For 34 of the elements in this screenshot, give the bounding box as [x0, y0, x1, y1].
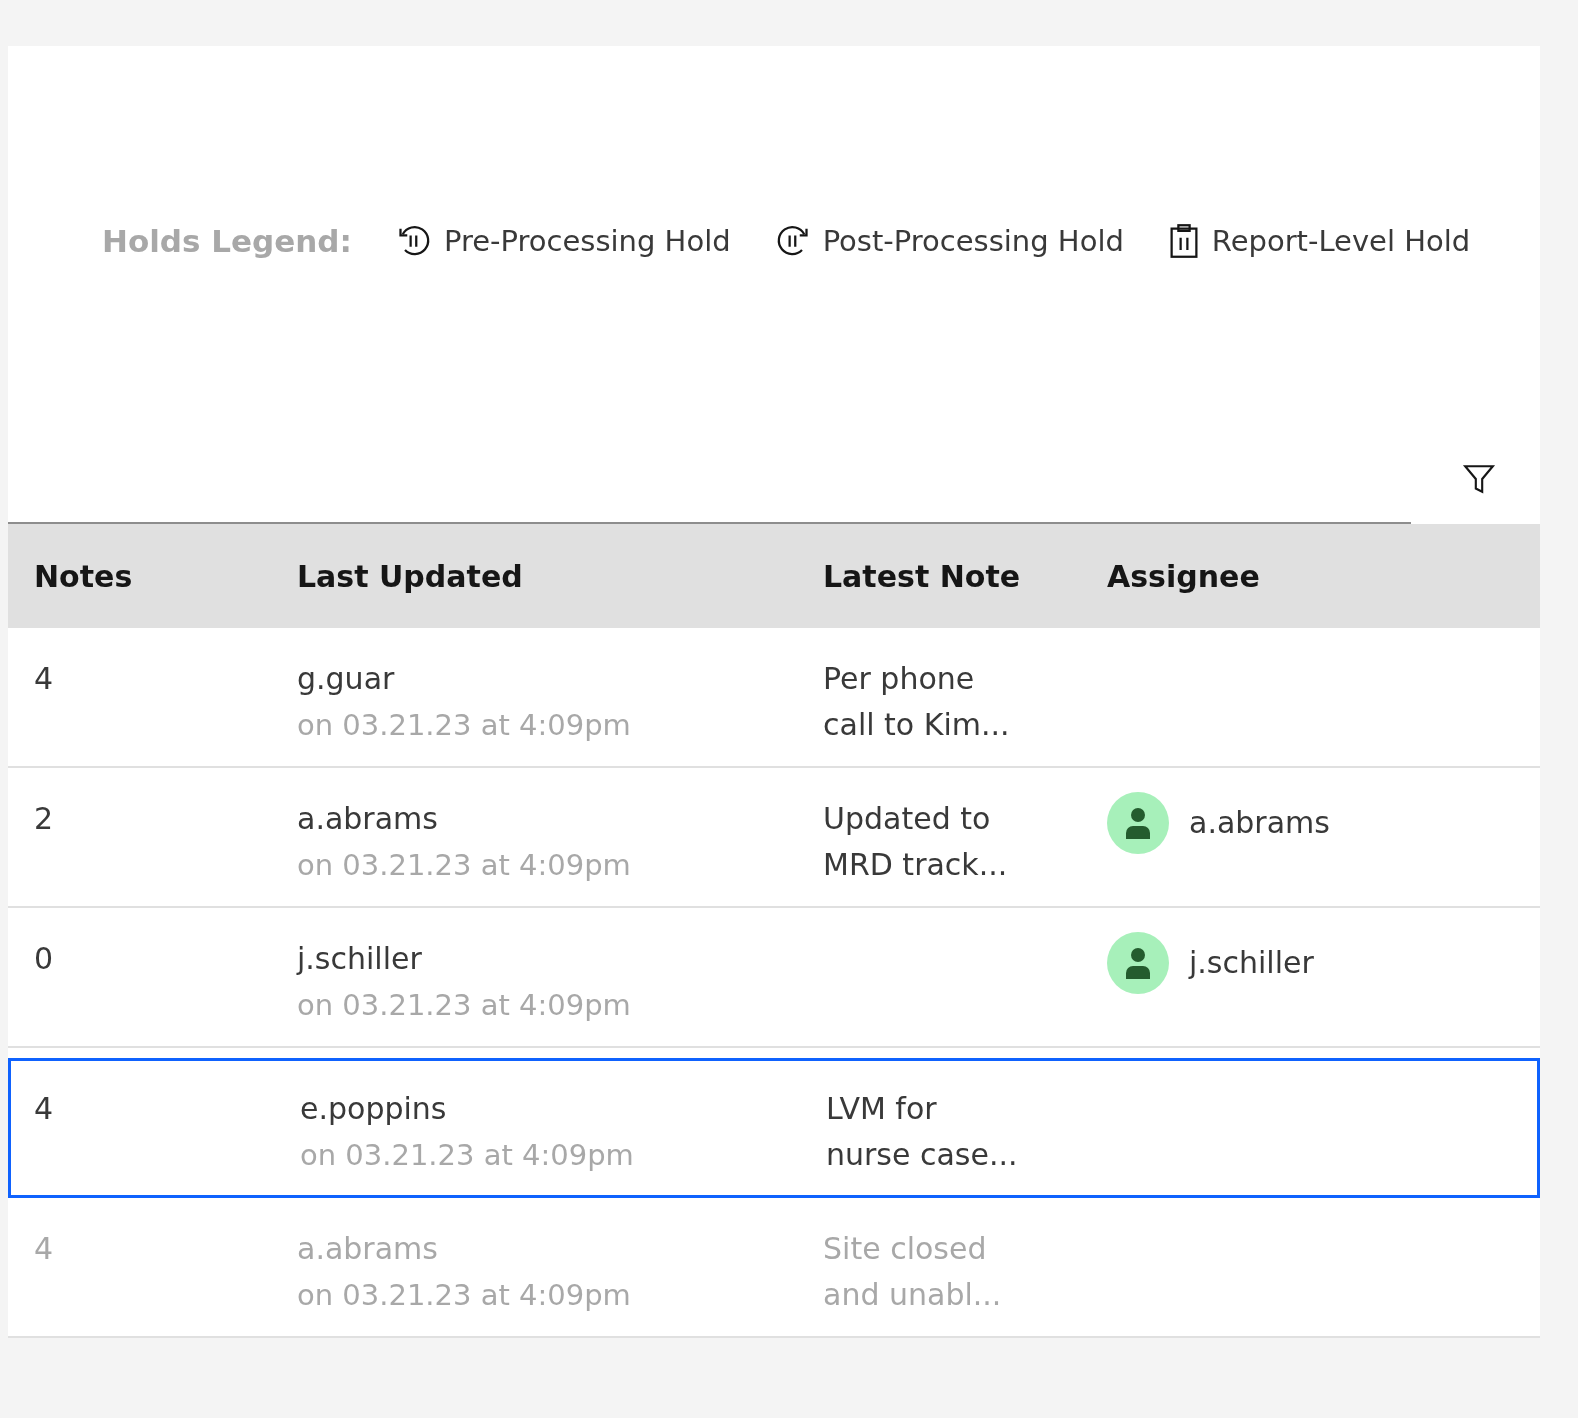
column-header[interactable]: Latest Note	[797, 558, 1081, 594]
table-row[interactable]: 4 g.guar on 03.21.23 at 4:09pm Per phone call to Kim...	[8, 628, 1540, 768]
notes-count: 4	[34, 1090, 55, 1128]
legend-label: Pre-Processing Hold	[443, 224, 731, 258]
latest-note: Updated to MRD track...	[823, 800, 1009, 884]
updated-by: e.poppins	[300, 1090, 448, 1128]
column-header[interactable]: Last Updated	[271, 558, 797, 594]
assignee-name: j.schiller	[1189, 944, 1314, 982]
latest-note: Per phone call to Kim...	[823, 660, 1011, 744]
updated-by: j.schiller	[297, 940, 423, 978]
notes-count: 2	[34, 800, 55, 838]
column-header[interactable]: Notes	[8, 558, 271, 594]
table-row[interactable]: 2 a.abrams on 03.21.23 at 4:09pm Updated to MRD track... a.abrams	[8, 768, 1540, 908]
notes-count: 4	[34, 660, 55, 698]
filter-icon[interactable]	[1462, 462, 1496, 496]
updated-date: on 03.21.23 at 4:09pm	[297, 707, 632, 744]
notes-count: 0	[34, 940, 55, 978]
latest-note: Site closed and unabl...	[823, 1230, 1003, 1314]
legend-label: Report-Level Hold	[1211, 224, 1471, 258]
latest-note: LVM for nurse case...	[826, 1090, 1019, 1174]
legend-label: Post-Processing Hold	[822, 224, 1124, 258]
updated-by: g.guar	[297, 660, 396, 698]
table-row[interactable]: 4 e.poppins on 03.21.23 at 4:09pm LVM for nurse case...	[8, 1058, 1540, 1198]
updated-date: on 03.21.23 at 4:09pm	[300, 1137, 635, 1174]
updated-by: a.abrams	[297, 800, 439, 838]
legend-title: Holds Legend:	[102, 223, 352, 259]
updated-date: on 03.21.23 at 4:09pm	[297, 987, 632, 1024]
notes-count: 4	[34, 1230, 55, 1268]
updated-date: on 03.21.23 at 4:09pm	[297, 847, 632, 884]
assignee-name: a.abrams	[1189, 804, 1330, 842]
table-row[interactable]: 0 j.schiller on 03.21.23 at 4:09pm j.schiller	[8, 908, 1540, 1048]
updated-by: a.abrams	[297, 1230, 439, 1268]
updated-date: on 03.21.23 at 4:09pm	[297, 1277, 632, 1314]
column-header[interactable]: Assignee	[1081, 558, 1540, 594]
